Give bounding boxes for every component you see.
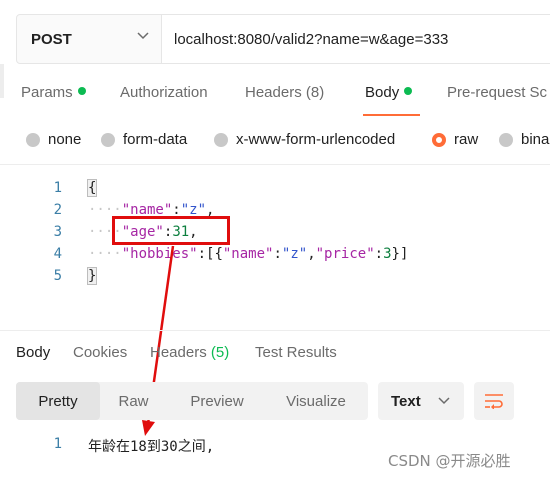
json-key: "price" [315,246,375,262]
open-brace: { [86,179,98,197]
format-raw-label: Raw [118,392,149,410]
format-visualize-button[interactable]: Visualize [272,382,360,420]
tab-params-label: Params [21,84,73,101]
response-tab-test-results-label: Test Results [255,344,337,361]
json-value: 3 [383,246,392,262]
editor-line: 3 ····"age":31, [0,221,550,243]
tab-authorization-label: Authorization [120,84,208,101]
line-number: 1 [53,180,62,196]
response-tab-body-label: Body [16,344,51,361]
json-bracket: }] [391,246,409,262]
tab-pre-request-label: Pre-request Sc [447,84,548,101]
format-preview-label: Preview [190,392,244,410]
response-format-group: Pretty Raw Preview Visualize [16,382,368,420]
json-colon: : [197,246,207,262]
radio-circle [214,132,228,147]
json-comma: , [307,246,316,262]
chevron-down-icon [137,32,149,40]
status-dot [404,87,413,95]
divider [0,164,550,165]
editor-line: 4 ····"hobbies":[{"name":"z","price":3}] [0,243,550,265]
response-tab-test-results[interactable]: Test Results [255,344,337,361]
request-body-editor[interactable]: 1 { 2 ····"name":"z", 3 ····"age":31, 4 … [0,175,550,325]
method-select[interactable]: POST [17,15,162,63]
radio-form-data[interactable]: form-data [101,131,187,148]
radio-urlencoded-label: x-www-form-urlencoded [236,131,396,148]
wrap-lines-button[interactable] [474,382,514,420]
response-tab-headers-label: Headers [150,344,207,361]
body-type-options: none form-data x-www-form-urlencoded raw… [0,124,550,156]
radio-circle-selected [432,132,446,147]
method-label: POST [31,30,72,48]
radio-circle [26,132,40,147]
annotation-highlight-box [112,216,230,245]
status-dot [77,87,86,95]
chevron-down-icon [438,397,450,405]
format-pretty-label: Pretty [38,392,78,410]
headers-count: (5) [210,344,230,361]
tab-pre-request-script[interactable]: Pre-request Sc [447,84,547,101]
radio-circle [101,132,115,147]
response-text: 年龄在18到30之间, [88,439,215,455]
line-number: 3 [53,224,62,240]
radio-x-www-form-urlencoded[interactable]: x-www-form-urlencoded [214,131,395,148]
request-tabs: Params Authorization Headers (8) Body Pr… [0,70,550,118]
close-brace: } [86,267,98,285]
tab-authorization[interactable]: Authorization [120,84,208,101]
wrap-lines-icon [485,394,503,409]
line-number: 1 [53,436,62,452]
url-text: localhost:8080/valid2?name=w&age=333 [174,30,449,48]
format-pretty-button[interactable]: Pretty [16,382,100,420]
tab-headers[interactable]: Headers (8) [245,84,324,101]
json-bracket: [{ [206,246,223,262]
radio-none[interactable]: none [26,131,81,148]
editor-line: 5 } [0,265,550,287]
json-value: "z" [281,246,308,262]
tab-body-label: Body [365,84,400,101]
response-type-select[interactable]: Text [378,382,464,420]
divider [0,330,550,331]
format-visualize-label: Visualize [286,392,346,410]
line-number: 4 [53,246,62,262]
editor-line: 2 ····"name":"z", [0,199,550,221]
code-line: ····"hobbies":[{"name":"z","price":3}] [88,246,409,262]
line-number: 5 [53,268,62,284]
radio-raw[interactable]: raw [432,131,478,148]
line-number: 2 [53,202,62,218]
radio-binary[interactable]: bina [499,131,549,148]
response-tab-headers[interactable]: Headers (5) [150,344,229,361]
json-colon: : [273,246,282,262]
json-key: "name" [222,246,274,262]
active-tab-underline [363,114,420,116]
tab-body[interactable]: Body [365,84,413,101]
format-raw-button[interactable]: Raw [106,382,161,420]
response-type-label: Text [391,392,421,410]
url-input[interactable]: localhost:8080/valid2?name=w&age=333 [162,15,550,63]
watermark: CSDN @开源必胜 [388,452,511,470]
code-line: { [86,179,98,197]
radio-raw-label: raw [454,131,479,148]
json-key: "hobbies" [121,246,198,262]
response-tab-cookies-label: Cookies [73,344,128,361]
format-preview-button[interactable]: Preview [176,382,258,420]
radio-form-data-label: form-data [123,131,188,148]
code-line: } [86,267,98,285]
response-tab-cookies[interactable]: Cookies [73,344,127,361]
response-tab-body[interactable]: Body [16,344,50,361]
radio-binary-label: bina [521,131,550,148]
tab-headers-label: Headers (8) [245,84,325,101]
radio-none-label: none [48,131,82,148]
tab-params[interactable]: Params [21,84,86,101]
radio-circle [499,132,513,147]
request-bar: POST localhost:8080/valid2?name=w&age=33… [16,14,550,64]
editor-line: 1 { [0,177,550,199]
json-colon: : [374,246,384,262]
